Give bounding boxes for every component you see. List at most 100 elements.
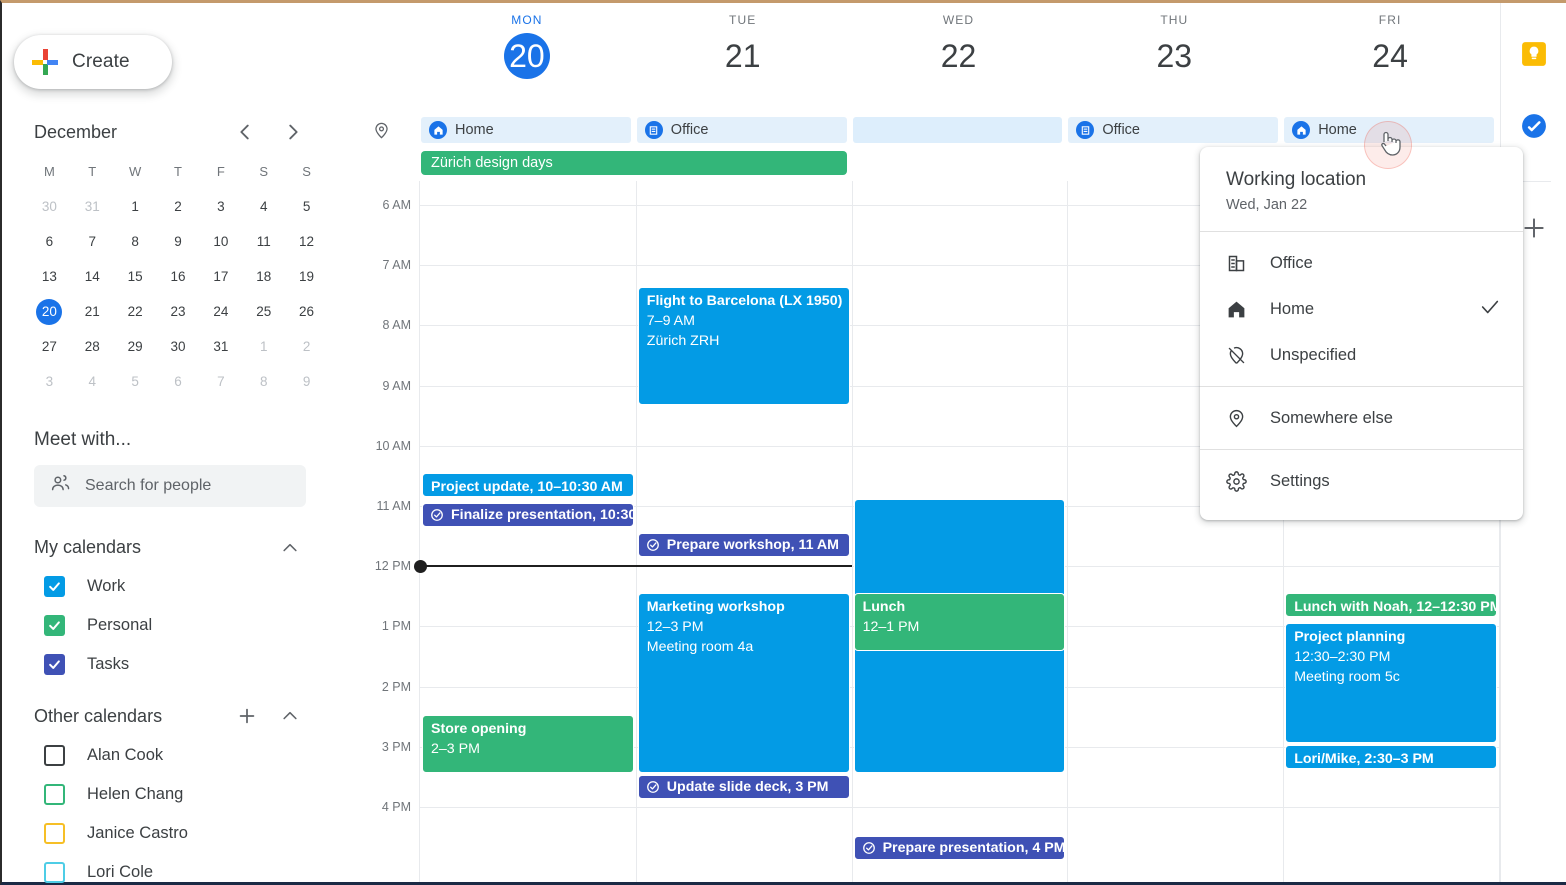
- checkbox-unchecked[interactable]: [44, 784, 65, 805]
- day-header-number[interactable]: 21: [653, 33, 833, 79]
- checkbox-checked[interactable]: [44, 654, 65, 675]
- menu-item-settings[interactable]: Settings: [1200, 458, 1523, 504]
- task-event[interactable]: Prepare presentation, 4 PM: [853, 836, 1066, 860]
- day-header[interactable]: WED 22: [869, 13, 1049, 79]
- mini-calendar-day[interactable]: 18: [242, 264, 285, 290]
- mini-calendar-day[interactable]: 6: [28, 229, 71, 255]
- checkbox-checked[interactable]: [44, 615, 65, 636]
- mini-calendar-day[interactable]: 2: [157, 194, 200, 220]
- day-header-number[interactable]: 22: [869, 33, 1049, 79]
- mini-calendar-day[interactable]: 1: [114, 194, 157, 220]
- other-calendar-item[interactable]: Alan Cook: [44, 745, 352, 766]
- task-event[interactable]: Update slide deck, 3 PM: [637, 775, 850, 799]
- mini-calendar-day[interactable]: 4: [242, 194, 285, 220]
- calendar-event[interactable]: Project update, 10–10:30 AM: [422, 473, 634, 497]
- add-apps-icon[interactable]: [1521, 215, 1547, 241]
- other-calendar-item[interactable]: Lori Cole: [44, 862, 352, 883]
- working-location-chip[interactable]: Office: [636, 117, 847, 143]
- calendar-event[interactable]: Lunch 12–1 PM: [853, 593, 1066, 651]
- calendar-event[interactable]: Lunch with Noah, 12–12:30 PM: [1285, 593, 1497, 617]
- day-header[interactable]: THU 23: [1084, 13, 1264, 79]
- mini-calendar-day[interactable]: 28: [71, 334, 114, 360]
- mini-calendar-day[interactable]: 30: [28, 194, 71, 220]
- calendar-event[interactable]: Flight to Barcelona (LX 1950) 7–9 AM Züric…: [637, 287, 850, 405]
- calendar-event[interactable]: Lori/Mike, 2:30–3 PM: [1285, 745, 1497, 769]
- mini-calendar-prev-icon[interactable]: [234, 121, 256, 143]
- calendar-event[interactable]: Marketing workshop 12–3 PM Meeting room 4a: [637, 593, 850, 773]
- task-event[interactable]: Finalize presentation, 10:30 AM: [422, 503, 634, 527]
- mini-calendar-day[interactable]: 26: [285, 299, 328, 325]
- all-day-event[interactable]: Zürich design days: [421, 151, 847, 175]
- menu-item-home[interactable]: Home: [1200, 286, 1523, 332]
- mini-calendar-day[interactable]: 31: [199, 334, 242, 360]
- checkbox-unchecked[interactable]: [44, 745, 65, 766]
- day-header-number[interactable]: 23: [1084, 33, 1264, 79]
- day-header[interactable]: TUE 21: [653, 13, 833, 79]
- menu-item-somewhere-else[interactable]: Somewhere else: [1200, 395, 1523, 441]
- mini-calendar-day[interactable]: 24: [199, 299, 242, 325]
- mini-calendar-day[interactable]: 15: [114, 264, 157, 290]
- calendar-event[interactable]: Project planning 12:30–2:30 PM Meeting roo…: [1285, 623, 1497, 743]
- menu-item-office[interactable]: Office: [1200, 240, 1523, 286]
- working-location-chip[interactable]: Home: [421, 117, 631, 143]
- working-location-chip[interactable]: [852, 117, 1063, 143]
- task-event[interactable]: Prepare workshop, 11 AM: [637, 533, 850, 557]
- mini-calendar-day[interactable]: 27: [28, 334, 71, 360]
- other-calendar-item[interactable]: Helen Chang: [44, 784, 352, 805]
- mini-calendar-day[interactable]: 4: [71, 369, 114, 395]
- my-calendars-collapse-icon[interactable]: [280, 538, 300, 558]
- mini-calendar-day[interactable]: 10: [199, 229, 242, 255]
- working-location-chip[interactable]: Office: [1068, 117, 1279, 143]
- mini-calendar-day[interactable]: 20: [28, 299, 71, 325]
- mini-calendar-day[interactable]: 2: [285, 334, 328, 360]
- my-calendar-item[interactable]: Tasks: [44, 654, 352, 675]
- mini-calendar-day[interactable]: 8: [114, 229, 157, 255]
- mini-calendar-day[interactable]: 30: [157, 334, 200, 360]
- menu-item-unspecified[interactable]: Unspecified: [1200, 332, 1523, 378]
- other-calendars-collapse-icon[interactable]: [280, 706, 300, 726]
- mini-calendar-day[interactable]: 9: [157, 229, 200, 255]
- my-calendar-item[interactable]: Personal: [44, 615, 352, 636]
- mini-calendar-day[interactable]: 25: [242, 299, 285, 325]
- mini-calendar-day[interactable]: 1: [242, 334, 285, 360]
- search-for-people-input[interactable]: Search for people: [34, 465, 306, 507]
- mini-calendar-day[interactable]: 11: [242, 229, 285, 255]
- mini-calendar-day[interactable]: 29: [114, 334, 157, 360]
- checkbox-checked[interactable]: [44, 576, 65, 597]
- mini-calendar-day[interactable]: 12: [285, 229, 328, 255]
- mini-calendar-day[interactable]: 7: [71, 229, 114, 255]
- checkbox-unchecked[interactable]: [44, 862, 65, 883]
- working-location-chip[interactable]: Home: [1284, 117, 1494, 143]
- mini-calendar-day[interactable]: 22: [114, 299, 157, 325]
- mini-calendar-day[interactable]: 3: [199, 194, 242, 220]
- mini-calendar-day[interactable]: 6: [157, 369, 200, 395]
- mini-calendar-day[interactable]: 31: [71, 194, 114, 220]
- mini-calendar-day[interactable]: 7: [199, 369, 242, 395]
- mini-calendar-day[interactable]: 8: [242, 369, 285, 395]
- calendar-event[interactable]: Store opening 2–3 PM: [422, 715, 634, 773]
- checkbox-unchecked[interactable]: [44, 823, 65, 844]
- add-other-calendar-icon[interactable]: [236, 705, 258, 727]
- mini-calendar-day[interactable]: 16: [157, 264, 200, 290]
- create-button[interactable]: Create: [14, 35, 172, 89]
- other-calendar-item[interactable]: Janice Castro: [44, 823, 352, 844]
- mini-calendar-day[interactable]: 5: [285, 194, 328, 220]
- day-header[interactable]: FRI 24: [1300, 13, 1480, 79]
- google-keep-icon[interactable]: [1521, 41, 1547, 67]
- my-calendar-item[interactable]: Work: [44, 576, 352, 597]
- mini-calendar-day[interactable]: 13: [28, 264, 71, 290]
- mini-calendar-next-icon[interactable]: [282, 121, 304, 143]
- mini-calendar-day[interactable]: 17: [199, 264, 242, 290]
- working-location-menu[interactable]: Working location Wed, Jan 22 Office Home…: [1200, 147, 1523, 520]
- mini-calendar-day[interactable]: 21: [71, 299, 114, 325]
- mini-calendar-day[interactable]: 3: [28, 369, 71, 395]
- mini-calendar-day[interactable]: 9: [285, 369, 328, 395]
- day-header[interactable]: MON 20: [437, 13, 617, 79]
- mini-calendar-day[interactable]: 23: [157, 299, 200, 325]
- mini-calendar-today[interactable]: 20: [36, 299, 63, 325]
- mini-calendar-day[interactable]: 14: [71, 264, 114, 290]
- mini-calendar-day[interactable]: 5: [114, 369, 157, 395]
- google-tasks-icon[interactable]: [1521, 113, 1547, 139]
- mini-calendar-day[interactable]: 19: [285, 264, 328, 290]
- mini-calendar-grid[interactable]: M T W T F S S 30 31 1 2 3 4 5 6 7 8 9 10 11 12 13 14 15 16 17 18 19…: [28, 159, 328, 395]
